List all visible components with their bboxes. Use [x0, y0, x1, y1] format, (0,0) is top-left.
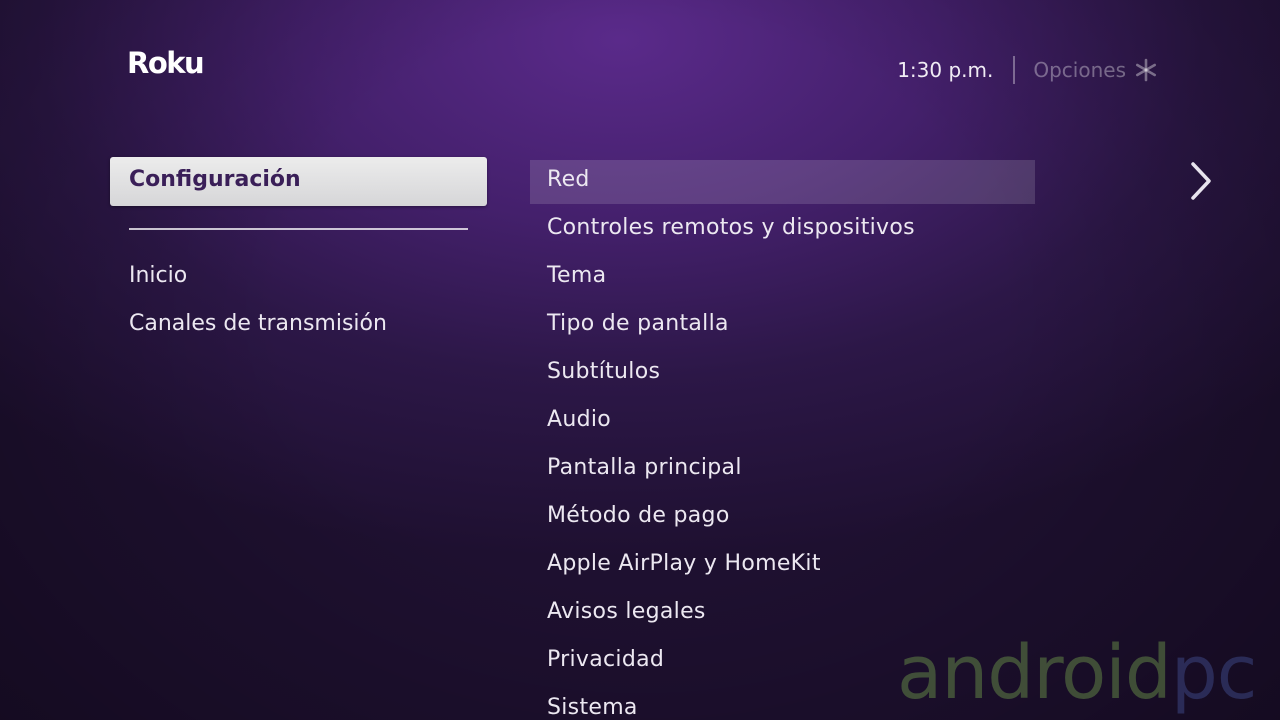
settings-item-tipo-pantalla[interactable]: Tipo de pantalla: [547, 311, 729, 336]
settings-item-sistema[interactable]: Sistema: [547, 695, 638, 720]
nav-item-canales[interactable]: Canales de transmisión: [129, 311, 387, 336]
selection-highlight: [530, 160, 1035, 204]
nav-divider: [129, 228, 468, 230]
nav-item-label: Configuración: [129, 167, 301, 192]
settings-item-pantalla-principal[interactable]: Pantalla principal: [547, 455, 742, 480]
settings-item-avisos-legales[interactable]: Avisos legales: [547, 599, 706, 624]
settings-item-airplay[interactable]: Apple AirPlay y HomeKit: [547, 551, 821, 576]
options-label[interactable]: Opciones: [1033, 58, 1126, 82]
settings-item-controles[interactable]: Controles remotos y dispositivos: [547, 215, 915, 240]
roku-logo: Roku: [127, 46, 205, 80]
settings-item-subtitulos[interactable]: Subtítulos: [547, 359, 660, 384]
clock: 1:30 p.m.: [897, 58, 994, 82]
nav-item-inicio[interactable]: Inicio: [129, 263, 187, 288]
watermark-part2: pc: [1170, 630, 1258, 716]
nav-item-configuracion[interactable]: Configuración: [110, 157, 487, 206]
asterisk-icon[interactable]: [1134, 58, 1158, 82]
status-divider: [1013, 56, 1016, 84]
androidpc-watermark: androidpc: [897, 636, 1257, 710]
settings-item-privacidad[interactable]: Privacidad: [547, 647, 664, 672]
watermark-part1: android: [897, 630, 1172, 716]
settings-item-red[interactable]: Red: [547, 167, 590, 192]
settings-item-tema[interactable]: Tema: [547, 263, 606, 288]
settings-item-audio[interactable]: Audio: [547, 407, 611, 432]
settings-item-metodo-pago[interactable]: Método de pago: [547, 503, 730, 528]
chevron-right-icon[interactable]: [1188, 160, 1214, 202]
status-bar: 1:30 p.m. Opciones: [897, 56, 1158, 84]
